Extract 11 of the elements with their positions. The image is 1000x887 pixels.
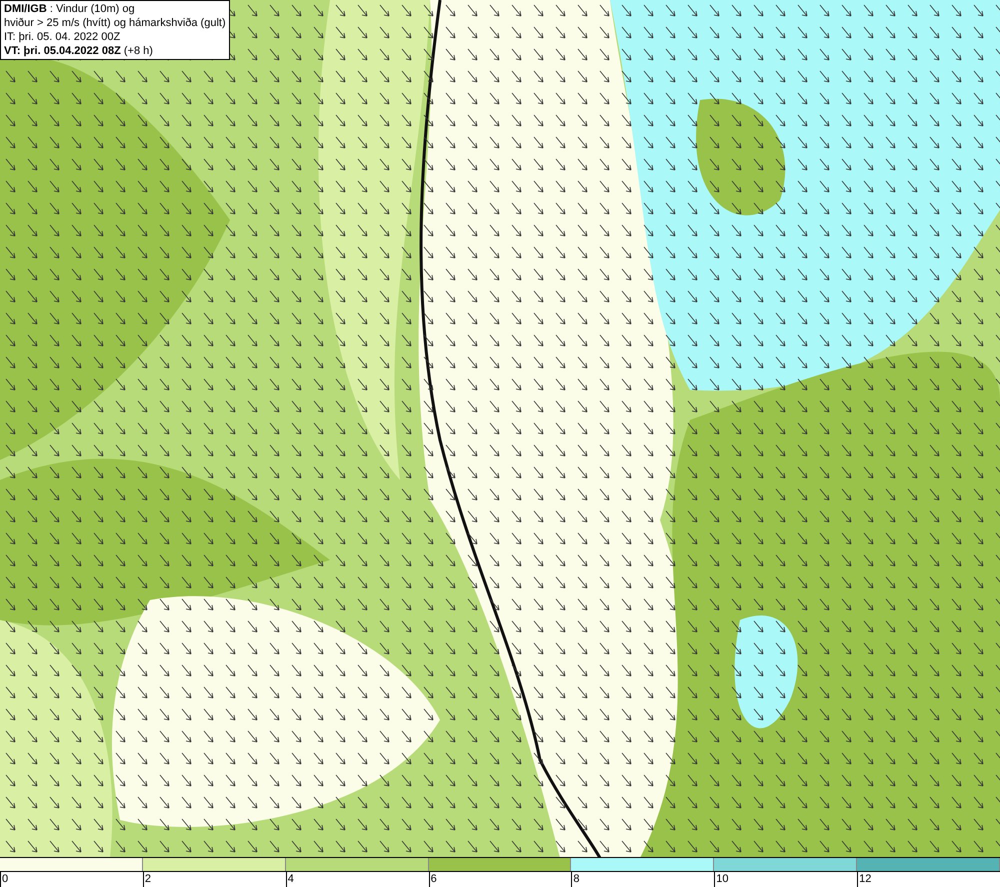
legend-label: 12 <box>857 872 1000 887</box>
legend-label: 0 <box>0 872 143 887</box>
caption-line: hviður > 25 m/s (hvítt) og hámarkshviða (gult) <box>4 16 226 30</box>
legend-label: 4 <box>286 872 429 887</box>
legend-label: 10 <box>714 872 858 887</box>
legend-label: 2 <box>142 872 286 887</box>
caption-line: IT: þri. 05. 04. 2022 00Z <box>4 30 122 44</box>
legend-label: 6 <box>428 872 572 887</box>
caption-line: VT: þri. 05.04.2022 08Z (+8 h) <box>4 44 154 58</box>
caption-line: DMI/IGB : Vindur (10m) og <box>4 2 136 16</box>
legend-label: 8 <box>571 872 714 887</box>
